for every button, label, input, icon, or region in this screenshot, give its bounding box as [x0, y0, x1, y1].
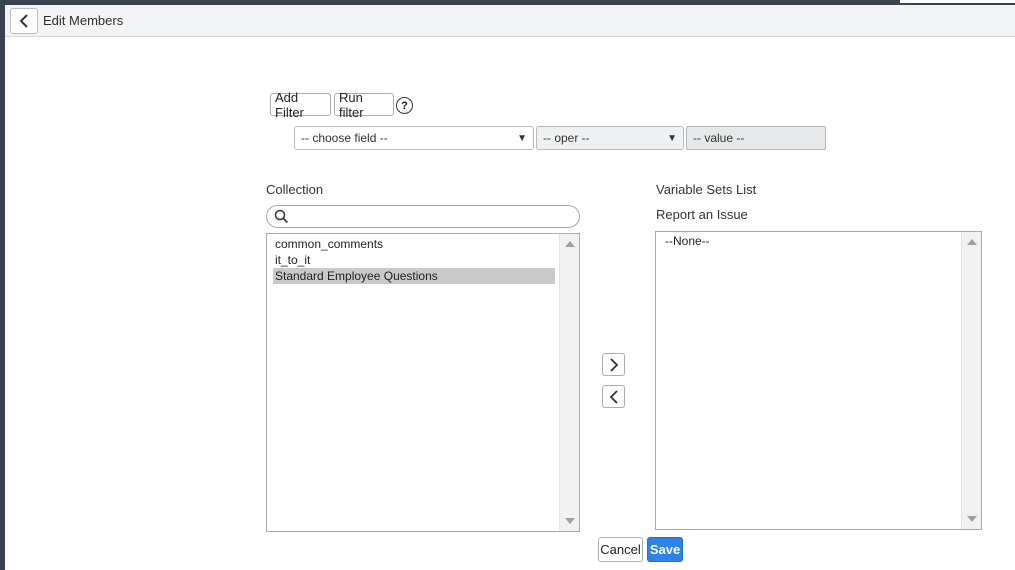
- dropdown-caret-icon: ▼: [667, 132, 677, 144]
- collection-search-input[interactable]: [266, 205, 580, 228]
- choose-field-select[interactable]: -- choose field -- ▼: [294, 126, 534, 150]
- list-item[interactable]: Standard Employee Questions: [273, 268, 555, 284]
- scroll-up-arrow-icon[interactable]: [565, 241, 575, 247]
- choose-field-value: -- choose field --: [301, 131, 388, 145]
- variable-sets-items: --None--: [663, 233, 957, 249]
- collection-items: common_comments it_to_it Standard Employee…: [273, 236, 555, 284]
- dropdown-caret-icon: ▼: [517, 132, 527, 144]
- collection-label: Collection: [266, 182, 324, 197]
- operator-select[interactable]: -- oper -- ▼: [536, 126, 684, 150]
- scroll-down-arrow-icon[interactable]: [967, 516, 977, 522]
- chevron-left-icon: [609, 389, 618, 404]
- chevron-right-icon: [609, 357, 618, 372]
- operator-value: -- oper --: [543, 131, 590, 145]
- run-filter-button[interactable]: Run filter: [334, 90, 394, 120]
- move-right-button[interactable]: [602, 353, 625, 376]
- move-left-button[interactable]: [602, 385, 625, 408]
- variable-sets-listbox[interactable]: --None--: [655, 231, 982, 530]
- collection-listbox[interactable]: common_comments it_to_it Standard Employee…: [266, 233, 580, 532]
- report-an-issue-label: Report an Issue: [656, 207, 748, 222]
- list-item[interactable]: --None--: [663, 233, 957, 249]
- list-item[interactable]: common_comments: [273, 236, 555, 252]
- page-header: Edit Members: [5, 5, 1015, 37]
- add-filter-button[interactable]: Add Filter: [270, 90, 331, 120]
- edit-members-window: Edit Members Add Filter Run filter ? -- …: [5, 5, 1015, 570]
- page-title: Edit Members: [43, 13, 124, 28]
- collection-scrollbar[interactable]: [559, 234, 579, 531]
- chevron-left-icon: [19, 14, 28, 28]
- variable-sets-label: Variable Sets List: [656, 182, 757, 197]
- cancel-button[interactable]: Cancel: [598, 537, 643, 562]
- save-button[interactable]: Save: [647, 537, 683, 562]
- search-icon: [274, 209, 289, 224]
- back-button[interactable]: [10, 8, 38, 34]
- scroll-down-arrow-icon[interactable]: [565, 518, 575, 524]
- list-item[interactable]: it_to_it: [273, 252, 555, 268]
- scroll-up-arrow-icon[interactable]: [967, 239, 977, 245]
- filter-value-placeholder: -- value --: [693, 131, 745, 145]
- help-icon[interactable]: ?: [396, 97, 413, 114]
- variable-sets-scrollbar[interactable]: [961, 232, 981, 529]
- filter-value-input[interactable]: -- value --: [686, 126, 826, 150]
- top-strip: [900, 0, 1015, 3]
